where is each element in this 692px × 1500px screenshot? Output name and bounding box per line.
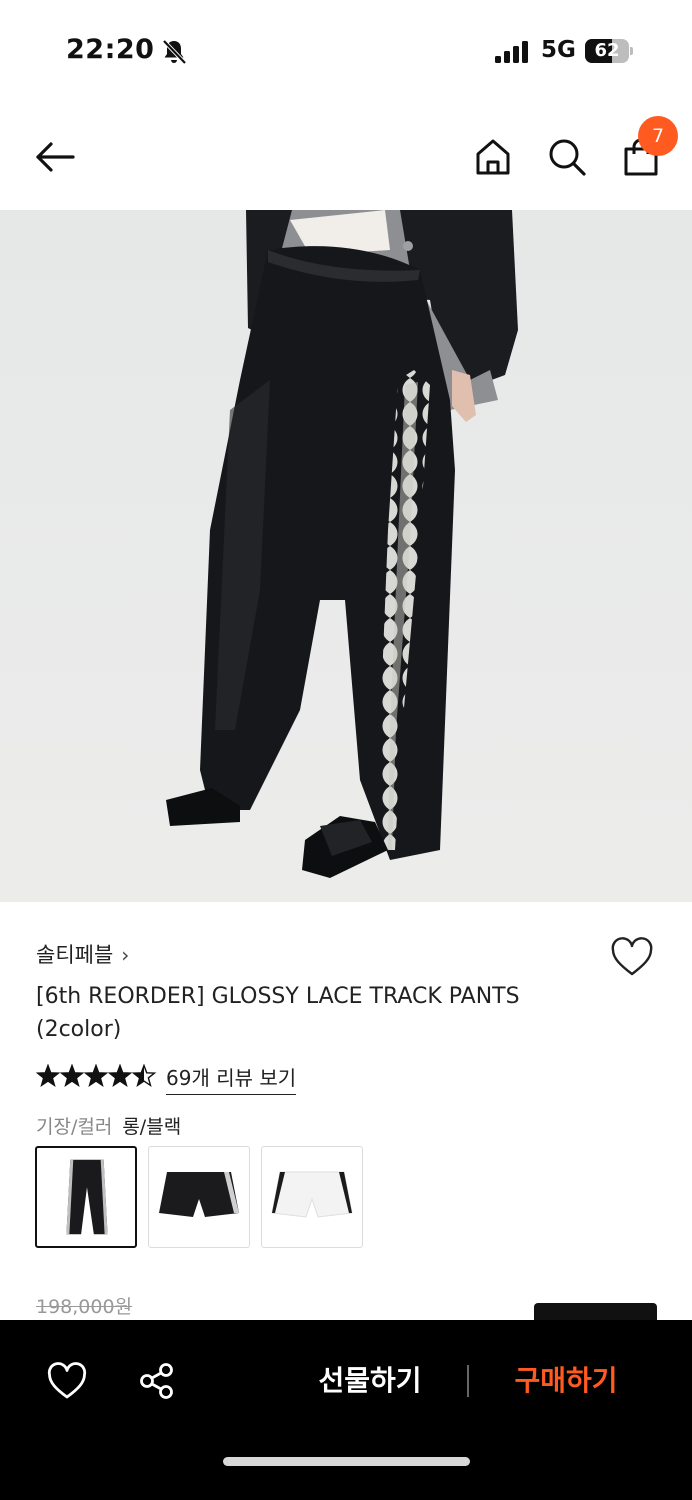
star-rating [36,1064,157,1088]
original-price: 198,000원 [36,1296,133,1318]
option-value: 롱/블랙 [122,1116,182,1138]
home-icon[interactable] [473,137,513,177]
like-heart-icon[interactable] [47,1362,87,1400]
white-shorts-thumbnail [271,1171,353,1218]
product-photo [0,210,692,902]
star-icon [59,1064,85,1088]
star-icon [107,1064,133,1088]
swatch-short-black[interactable] [148,1146,250,1248]
swatch-long-black[interactable] [35,1146,137,1248]
wishlist-heart-icon[interactable] [610,937,654,977]
cellular-signal-icon [495,41,528,63]
share-icon[interactable] [138,1362,176,1400]
network-type: 5G [541,37,576,63]
product-title: [6th REORDER] GLOSSY LACE TRACK PANTS (2… [36,984,520,1042]
buy-button[interactable]: 구매하기 [496,1358,636,1404]
option-row: 기장/컬러 롱/블랙 [36,1112,181,1139]
star-icon [83,1064,109,1088]
swatch-short-white[interactable] [261,1146,363,1248]
battery-level: 62 [594,40,620,61]
bell-muted-icon [162,39,187,65]
long-pants-thumbnail [66,1159,108,1235]
cart-count-badge: 7 [638,116,678,156]
status-time: 22:20 [66,34,155,65]
chevron-right-icon: › [121,943,130,967]
back-arrow-icon[interactable] [35,137,75,177]
option-label: 기장/컬러 [36,1116,113,1138]
search-icon[interactable] [547,137,587,177]
product-image[interactable] [0,210,692,902]
home-indicator [223,1457,470,1466]
battery-icon: 62 [585,39,633,63]
review-link[interactable]: 69개 리뷰 보기 [166,1062,297,1095]
divider [467,1365,469,1397]
star-icon [131,1064,157,1088]
top-nav-bar: 7 [0,100,692,210]
gift-button[interactable]: 선물하기 [300,1358,440,1404]
bottom-action-bar: 선물하기 구매하기 [0,1320,692,1500]
black-shorts-thumbnail [159,1172,239,1217]
brand-name: 솔티페블 [36,943,114,967]
star-icon [36,1064,61,1088]
status-bar: 22:20 5G 62 [0,0,692,100]
brand-link[interactable]: 솔티페블 › [36,939,129,969]
